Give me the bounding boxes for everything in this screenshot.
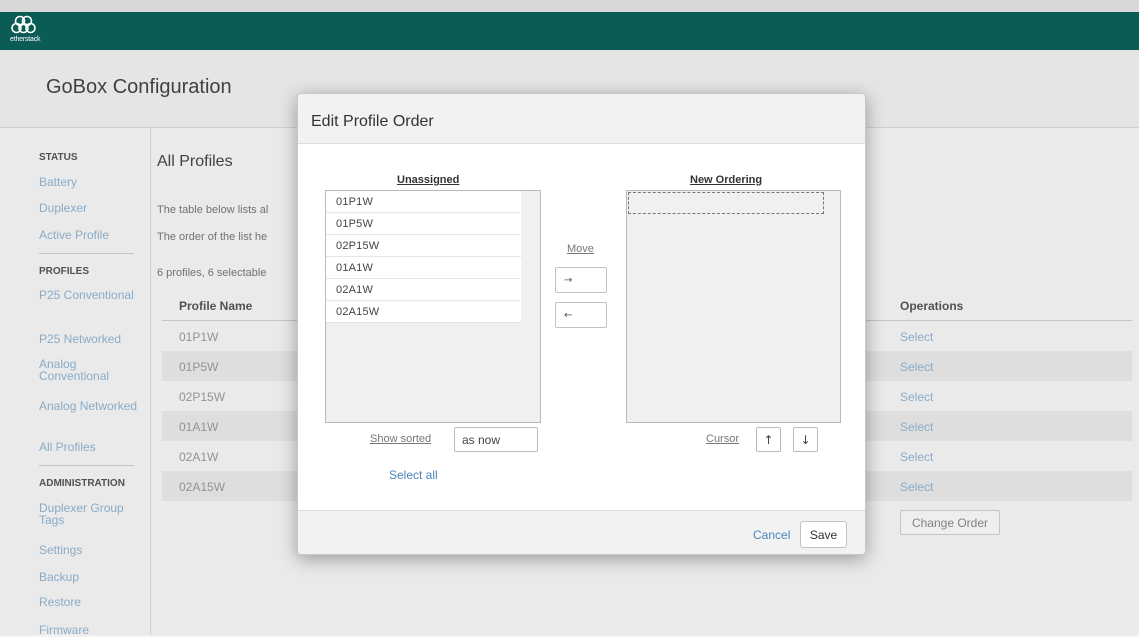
logo-text: etherstack [10, 36, 41, 43]
cancel-link[interactable]: Cancel [753, 528, 790, 542]
list-item[interactable]: 02A1W [326, 279, 521, 301]
move-label: Move [567, 243, 594, 255]
cursor-label: Cursor [706, 433, 740, 445]
show-sorted-label: Show sorted [370, 433, 432, 445]
move-left-button[interactable]: ← [555, 302, 607, 328]
unassigned-list[interactable]: 01P1W 01P5W 02P15W 01A1W 02A1W 02A15W [325, 190, 541, 423]
move-right-button[interactable]: → [555, 267, 607, 293]
cursor-down-button[interactable]: ↓ [793, 427, 818, 452]
list-item[interactable]: 02A15W [326, 301, 521, 323]
new-ordering-list[interactable] [626, 190, 841, 423]
cursor-drop-slot[interactable] [628, 192, 824, 214]
cursor-up-button[interactable]: ↑ [756, 427, 781, 452]
etherstack-logo[interactable]: etherstack [10, 15, 50, 45]
modal-header: Edit Profile Order [298, 94, 865, 144]
list-item[interactable]: 02P15W [326, 235, 521, 257]
save-button[interactable]: Save [800, 521, 847, 548]
modal-title: Edit Profile Order [311, 113, 434, 130]
list-item[interactable]: 01P1W [326, 191, 521, 213]
sort-select[interactable]: as now [454, 427, 538, 452]
unassigned-title: Unassigned [397, 174, 460, 186]
logo-rings-icon [11, 15, 36, 34]
edit-profile-order-modal: Edit Profile Order Unassigned New Orderi… [297, 93, 866, 555]
list-item[interactable]: 01P5W [326, 213, 521, 235]
top-bar: etherstack [0, 0, 1139, 50]
list-item[interactable]: 01A1W [326, 257, 521, 279]
new-ordering-title: New Ordering [690, 174, 763, 186]
select-all-link[interactable]: Select all [389, 468, 438, 482]
modal-footer: Cancel Save [298, 510, 865, 554]
